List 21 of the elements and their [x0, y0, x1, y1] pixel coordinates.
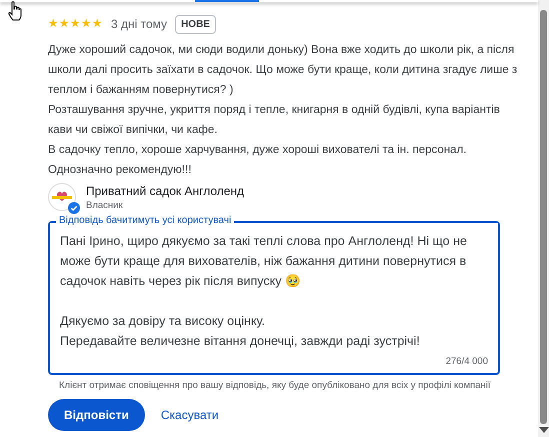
review-time: 3 дні тому — [111, 17, 168, 31]
star-icon: ★ — [59, 18, 70, 30]
review-text: Дуже хороший садочок, ми сюди водили доньку) Вона вже ходить до школи рік, а після школи далі просить заїхати в садочок. Що може бути краще, коли дитина згадує лише з теплом і бажанням повернутися? ) Розташування зручне, укриття поряд і тепле, книгарня в одній будівлі, купа варіантів кави чи свіжої випічки, чи кафе. В садочку тепло, хороше харчування, дуже хороші вихователі та ін. персонал. Однозначно рекомендую!!! — [48, 43, 518, 178]
star-icon: ★ — [92, 18, 103, 30]
reply-hint: Клієнт отримає сповіщення про вашу відповідь, яку буде опубліковано для всіх у профілі компанії — [59, 380, 492, 391]
field-label: Відповідь бачитимуть усі користувачі — [56, 215, 234, 227]
star-icon: ★ — [81, 18, 92, 30]
owner-role: Власник — [86, 200, 124, 210]
tab-indicator — [195, 0, 259, 2]
new-badge: НОВЕ — [175, 14, 216, 34]
scrollbar[interactable] — [538, 0, 549, 437]
reply-button[interactable]: Відповісти — [48, 399, 145, 431]
scrollbar-thumb[interactable] — [540, 10, 547, 424]
hand-cursor-icon — [8, 1, 22, 21]
star-icon: ★ — [48, 18, 59, 30]
owner-name: Приватний садок Англоленд — [86, 184, 244, 198]
character-counter: 276/4 000 — [444, 356, 489, 369]
scroll-down-icon[interactable] — [538, 427, 548, 433]
star-icon: ★ — [70, 18, 81, 30]
logo-avatar — [48, 183, 76, 211]
cancel-button[interactable]: Скасувати — [152, 399, 227, 431]
